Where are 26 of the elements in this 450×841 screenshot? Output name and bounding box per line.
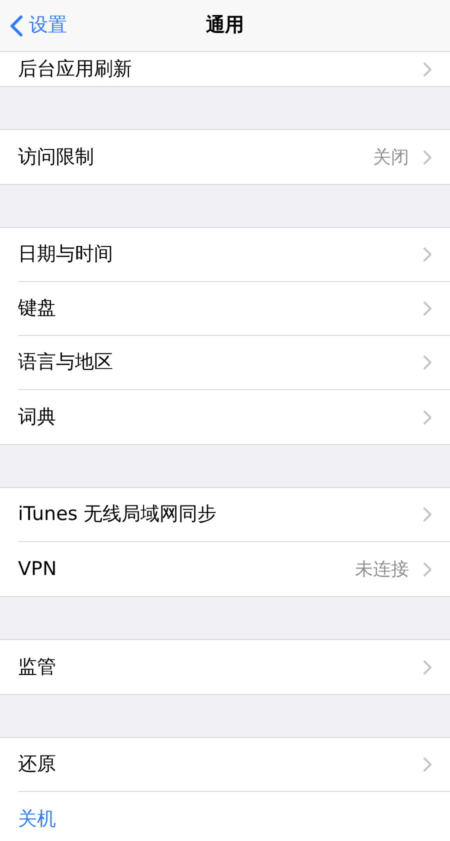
chevron-right-icon — [423, 410, 432, 424]
chevron-right-icon — [423, 507, 432, 522]
chevron-right-icon — [423, 757, 432, 772]
row-label: 词典 — [18, 408, 57, 426]
row-label: 还原 — [18, 755, 57, 774]
chevron-right-icon — [423, 62, 432, 76]
row-value: 未连接 — [355, 558, 409, 582]
row-label: 访问限制 — [18, 148, 95, 166]
row-label: 语言与地区 — [18, 353, 114, 372]
nav-title: 通用 — [206, 13, 244, 38]
chevron-right-icon — [423, 247, 432, 262]
row-label: 键盘 — [18, 299, 57, 318]
chevron-right-icon — [423, 660, 432, 674]
chevron-left-icon — [10, 14, 23, 36]
chevron-right-icon — [423, 301, 432, 316]
row-label: 日期与时间 — [18, 245, 114, 264]
back-button[interactable]: 设置 — [0, 11, 67, 40]
row-label: iTunes 无线局域网同步 — [18, 505, 218, 524]
chevron-right-icon — [423, 355, 432, 370]
row-label: VPN — [18, 560, 58, 578]
row-label: 关机 — [18, 810, 57, 828]
row-label: 监管 — [18, 658, 57, 676]
row-label: 后台应用刷新 — [18, 60, 133, 78]
row-value: 关闭 — [373, 146, 409, 170]
chevron-right-icon — [423, 150, 432, 164]
chevron-right-icon — [423, 562, 432, 576]
